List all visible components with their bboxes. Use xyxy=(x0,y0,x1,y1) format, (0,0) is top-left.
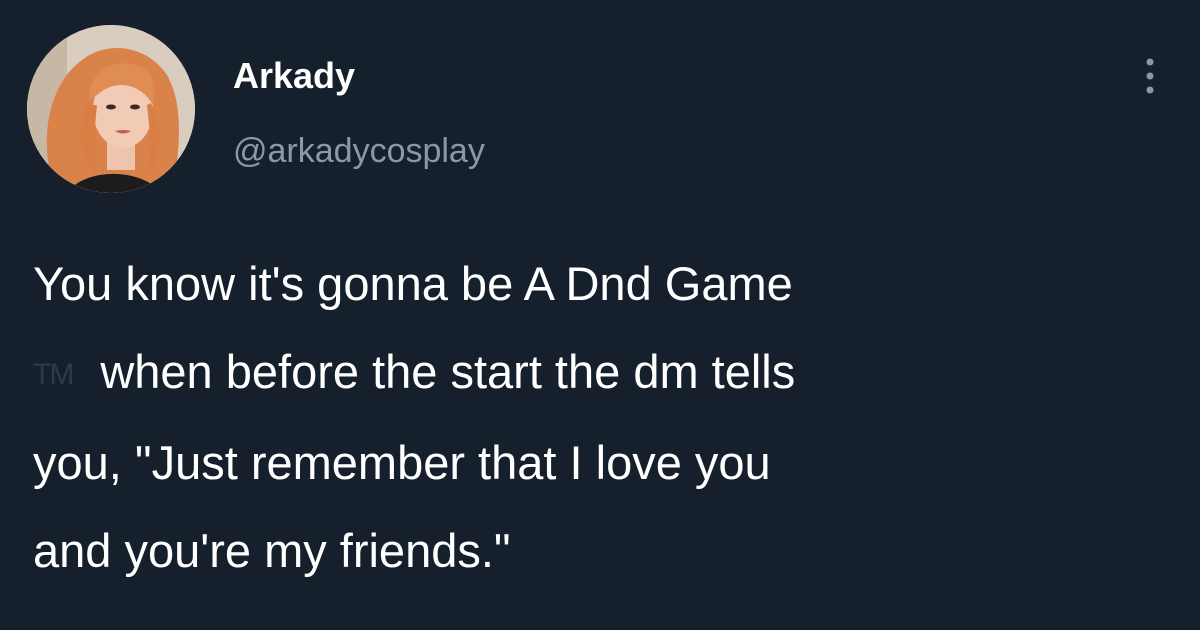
trademark-mark: TM xyxy=(33,358,74,391)
avatar[interactable] xyxy=(27,25,195,193)
user-handle[interactable]: @arkadycosplay xyxy=(233,127,485,175)
tweet-line: and you're my friends." xyxy=(33,524,511,577)
tweet-line: TM when before the start the dm tells xyxy=(33,328,1173,419)
more-options-icon xyxy=(1146,58,1154,94)
more-options-button[interactable] xyxy=(1128,52,1172,100)
display-name[interactable]: Arkady xyxy=(233,52,355,100)
tweet-line: You know it's gonna be A Dnd Game xyxy=(33,257,793,310)
tweet-line: you, "Just remember that I love you xyxy=(33,436,771,489)
tweet-card: Arkady @arkadycosplay You know it's gonn… xyxy=(0,0,1200,630)
tweet-line-text: when before the start the dm tells xyxy=(100,345,796,398)
profile-photo-icon xyxy=(27,25,195,193)
tweet-text: You know it's gonna be A Dnd Game TM when… xyxy=(33,240,1173,595)
